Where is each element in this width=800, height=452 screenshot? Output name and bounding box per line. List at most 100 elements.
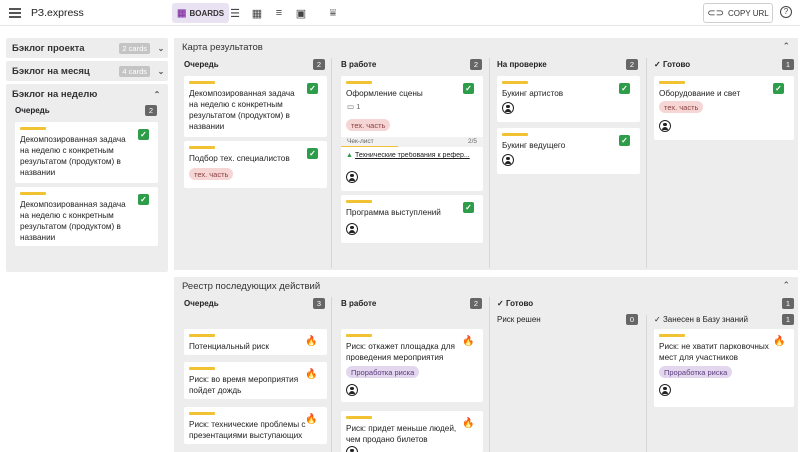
task-card[interactable]: Риск: откажет площадка для проведения ме… [341,329,483,402]
tag-label[interactable]: тех. часть [189,168,234,180]
tag-label[interactable]: Проработка риска [346,366,420,378]
chevron-down-icon[interactable]: ⌄ [154,67,168,76]
backlog-month-block[interactable]: Бэклог на месяц 4 cards ⌄ [6,61,168,81]
section-title: Реестр последующих действий [182,281,321,292]
avatar-icon[interactable] [502,102,514,114]
attached-document[interactable]: ▲ Технические требования к рефер... [346,152,478,159]
fire-icon: 🔥 [462,336,475,347]
filter-button[interactable]: ⩸ [323,3,343,23]
accent-bar [502,133,528,136]
avatar-icon[interactable] [502,154,514,166]
backlog-project-block[interactable]: Бэклог проекта 2 cards ⌄ [6,38,168,58]
task-card[interactable]: Оборудование и свет ✓ тех. часть [654,76,794,140]
done-check-icon: ✓ [138,194,149,205]
accent-bar [346,200,372,203]
column-count: 0 [626,314,638,325]
chevron-up-icon[interactable]: ⌃ [782,280,790,291]
done-check-icon: ✓ [307,148,318,159]
column-title: На проверке [497,60,547,69]
next-actions-section: Реестр последующих действий ⌃ Очередь 3 … [174,277,798,452]
card-title: Оборудование и свет [659,89,741,98]
avatar-icon[interactable] [659,384,671,396]
task-card[interactable]: Риск: не хватит парковочных мест для уча… [654,329,794,407]
filter-icon: ⩸ [329,6,337,19]
card-title: Потенциальный риск [189,342,269,351]
task-card[interactable]: Декомпозированная задача на неделю с кон… [184,76,327,137]
copy-url-button[interactable]: ⊂⊃ COPY URL [703,3,773,23]
document-title: Технические требования к рефер... [354,152,470,159]
column-title-wrap: ✓ Готово [654,60,690,69]
task-card[interactable]: Декомпозированная задача на неделю с кон… [15,187,158,246]
avatar-icon[interactable] [346,171,358,183]
checklist-progress[interactable]: Чек-лист 2/5 [341,137,483,147]
column-count: 1 [782,59,794,70]
accent-bar [20,192,46,195]
accent-bar [346,416,372,419]
tag-label[interactable]: тех. часть [659,101,704,113]
accent-bar [189,146,215,149]
google-drive-icon: ▲ [346,152,353,159]
list-view-button[interactable]: ☰ [225,3,245,23]
task-card[interactable]: Подбор тех. специалистов ✓ тех. часть [184,141,327,188]
task-card[interactable]: Риск: во время мероприятия пойдет дождь … [184,362,327,399]
app-title[interactable]: РЗ.express [31,7,84,19]
tag-label[interactable]: Проработка риска [659,366,733,378]
done-check-icon: ✓ [619,135,630,146]
comment-indicator[interactable]: ▭ 1 [347,102,360,111]
tag-label[interactable]: тех. часть [346,119,391,131]
results-map-section: Карта результатов ⌃ Очередь 2 Декомпозир… [174,38,798,270]
checklist-count: 2/5 [467,138,477,145]
calendar-view-button[interactable]: ▣ [291,3,311,23]
avatar-icon[interactable] [659,120,671,132]
table-view-icon: ▦ [251,7,263,20]
done-check-icon: ✓ [463,202,474,213]
accent-bar [659,334,685,337]
timeline-view-button[interactable]: ≡ [269,3,289,23]
help-icon[interactable]: ? [780,6,792,18]
section-title: Карта результатов [182,42,263,53]
task-card[interactable]: Потенциальный риск 🔥 [184,329,327,355]
task-card[interactable]: Риск: технические проблемы с презентация… [184,407,327,444]
column-count: 2 [470,298,482,309]
fire-icon: 🔥 [305,414,318,425]
column-title-wrap: ✓ Занесен в Базу знаний [654,315,748,324]
fire-icon: 🔥 [773,336,786,347]
done-check-icon: ✓ [463,83,474,94]
top-bar: РЗ.express ▦ BOARDS ☰ ▦ ≡ ▣ ⩸ ⊂⊃ COPY UR… [0,0,800,26]
task-card[interactable]: Букинг ведущего ✓ [497,128,640,174]
task-card[interactable]: Риск: придет меньше людей, чем продано б… [341,411,483,452]
avatar-icon[interactable] [346,446,358,452]
check-icon: ✓ [654,60,661,69]
column-title: В работе [341,60,377,69]
avatar-icon[interactable] [346,384,358,396]
task-card[interactable]: Букинг артистов ✓ [497,76,640,122]
card-title: Риск: придет меньше людей, чем продано б… [346,424,457,444]
card-title: Риск: во время мероприятия пойдет дождь [189,375,299,395]
boards-icon: ▦ [177,7,187,19]
done-check-icon: ✓ [619,83,630,94]
chevron-up-icon[interactable]: ⌃ [782,41,790,52]
list-view-icon: ☰ [230,7,240,20]
menu-icon[interactable] [9,8,21,18]
card-title: Риск: откажет площадка для проведения ме… [346,342,455,362]
task-card[interactable]: Декомпозированная задача на неделю с кон… [15,122,158,183]
accent-bar [189,412,215,415]
chevron-down-icon[interactable]: ⌄ [154,44,168,53]
copy-url-label: COPY URL [728,8,769,18]
task-card[interactable]: Программа выступлений ✓ [341,195,483,243]
task-card[interactable]: Оформление сцены ✓ ▭ 1 тех. часть Чек-ли… [341,76,483,191]
accent-bar [502,81,528,84]
avatar-icon[interactable] [346,223,358,235]
column-title: Очередь [184,299,219,308]
card-title: Декомпозированная задача на неделю с кон… [20,200,126,242]
column-title: Очередь [184,60,219,69]
column-count: 2 [313,59,325,70]
column-title: Готово [505,299,534,308]
boards-view-button[interactable]: ▦ BOARDS [172,3,230,23]
check-icon: ✓ [497,299,504,308]
backlog-project-title: Бэклог проекта [12,42,85,54]
cards-count-badge: 2 cards [119,42,150,54]
check-icon: ✓ [654,315,661,324]
chevron-up-icon[interactable]: ⌃ [150,90,164,99]
table-view-button[interactable]: ▦ [247,3,267,23]
